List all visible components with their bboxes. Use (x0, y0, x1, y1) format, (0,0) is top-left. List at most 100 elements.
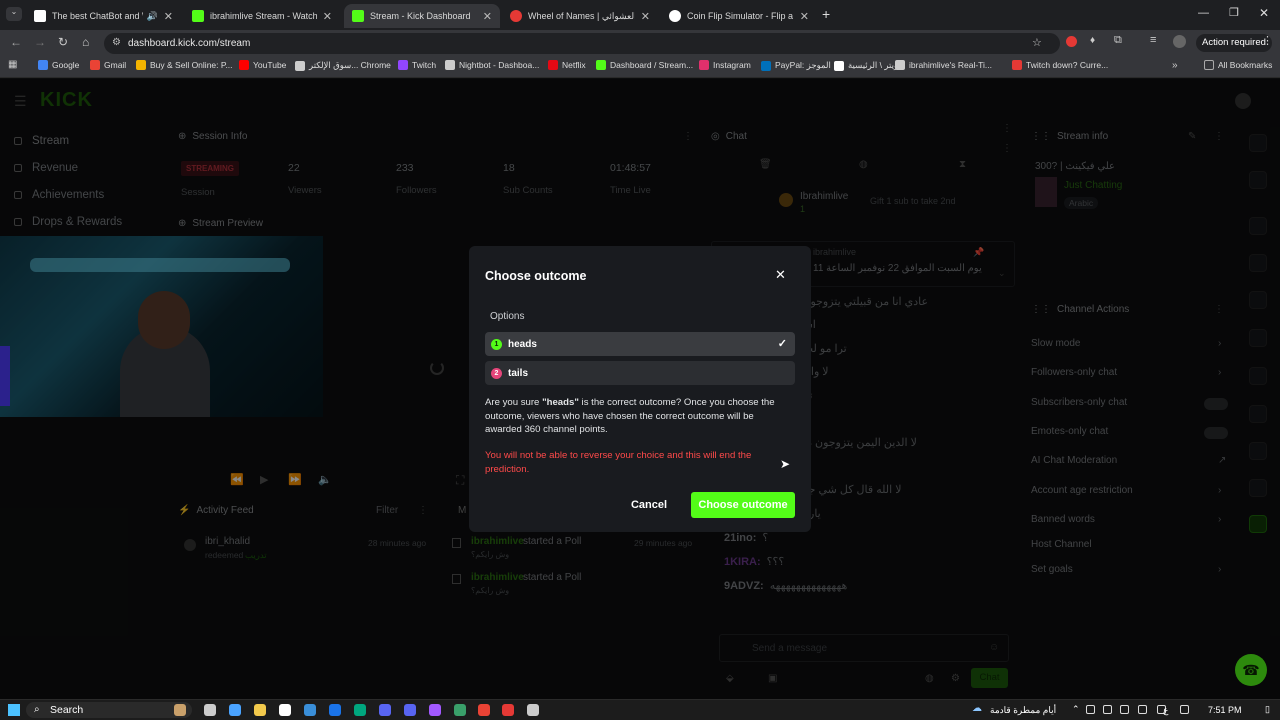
bookmark-item[interactable]: Twitch down? Curre... (1012, 60, 1108, 70)
language-indicator[interactable]: ع (1163, 705, 1168, 716)
taskbar-app-icon[interactable] (502, 704, 514, 716)
choose-outcome-button[interactable]: Choose outcome (691, 492, 795, 518)
action-required-button[interactable]: Action required (1196, 34, 1272, 52)
bookmark-item[interactable]: Buy & Sell Online: P... (136, 60, 233, 70)
taskbar-app-icon[interactable] (354, 704, 366, 716)
option-heads[interactable]: 1 heads ✓ (485, 332, 795, 356)
close-tab-icon[interactable]: ✕ (641, 10, 650, 23)
tray-icon[interactable] (1103, 705, 1112, 714)
bookmark-item[interactable]: Nightbot - Dashboa... (445, 60, 539, 70)
bookmark-favicon-icon (699, 60, 709, 70)
speaker-icon[interactable]: 🔊 (147, 11, 158, 22)
taskbar-app-icon[interactable] (279, 704, 291, 716)
bookmark-item[interactable]: تويتر \ الرئيسية (834, 60, 901, 71)
tray-icon[interactable] (1086, 705, 1095, 714)
taskbar-app-icon[interactable] (527, 704, 539, 716)
taskbar-app-icon[interactable] (329, 704, 341, 716)
taskbar-app-icon[interactable] (254, 704, 266, 716)
bookmark-favicon-icon (761, 60, 771, 71)
bookmark-item[interactable]: Netflix (548, 60, 586, 70)
close-tab-icon[interactable]: ✕ (800, 10, 809, 23)
apps-grid-icon[interactable]: ▦ (8, 59, 17, 70)
bookmark-favicon-icon (596, 60, 606, 70)
new-tab-icon[interactable]: + (822, 6, 830, 22)
cancel-button[interactable]: Cancel (623, 492, 675, 518)
home-icon[interactable]: ⌂ (82, 35, 89, 49)
confirmation-text: Are you sure "heads" is the correct outc… (485, 397, 775, 435)
bookmark-item[interactable]: ibrahimlive's Real-Ti... (895, 60, 992, 70)
taskbar-search[interactable]: ⌕ Search (26, 702, 192, 718)
clock[interactable]: 7:51 PM (1208, 705, 1242, 715)
profile-avatar[interactable] (1173, 35, 1186, 48)
browser-tab-bar: ⌄ The best ChatBot and Widg🔊✕ ibrahimliv… (0, 0, 1280, 30)
minimize-icon[interactable]: — (1198, 7, 1209, 19)
site-info-icon[interactable]: ⚙ (112, 37, 121, 48)
weather-text[interactable]: أيام ممطرة قادمة (990, 705, 1056, 716)
option-number: 1 (491, 338, 502, 350)
bookmark-item[interactable]: Instagram (699, 60, 751, 70)
tray-icon[interactable] (1180, 705, 1189, 714)
bookmark-favicon-icon (239, 60, 249, 70)
taskbar-app-icon[interactable] (174, 704, 186, 716)
reload-icon[interactable]: ↻ (58, 35, 68, 49)
kick-favicon-icon (192, 10, 204, 22)
taskbar-app-icon[interactable] (379, 704, 391, 716)
forward-icon[interactable]: → (34, 35, 46, 49)
weather-icon: ☁ (972, 703, 982, 714)
taskbar-app-icon[interactable] (454, 704, 466, 716)
menu-kebab-icon[interactable]: ⋮ (1262, 34, 1273, 47)
tray-chevron-icon[interactable]: ⌃ (1072, 704, 1080, 715)
windows-start-icon[interactable] (8, 704, 20, 716)
tab-kick-dashboard[interactable]: Stream - Kick Dashboard ✕ (344, 4, 500, 28)
bookmark-star-icon[interactable]: ☆ (1032, 36, 1042, 49)
mouse-cursor-icon: ➤ (780, 457, 791, 471)
tray-icon[interactable] (1138, 705, 1147, 714)
bookmark-item[interactable]: PayPal: الموجز (761, 60, 831, 71)
taskbar-app-icon[interactable] (204, 704, 216, 716)
taskbar-app-icon[interactable] (229, 704, 241, 716)
close-window-icon[interactable]: ✕ (1259, 6, 1269, 20)
extension-icon[interactable] (1066, 36, 1077, 47)
bookmark-item[interactable]: Dashboard / Stream... (596, 60, 693, 70)
tab-chatbot[interactable]: The best ChatBot and Widg🔊✕ (26, 4, 181, 28)
choose-outcome-dialog: Choose outcome ✕ Options 1 heads ✓ 2 tails … (469, 246, 811, 532)
bookmark-favicon-icon (295, 60, 305, 71)
url-input[interactable]: ⚙ dashboard.kick.com/stream ☆ (104, 33, 1060, 54)
warning-text: You will not be able to reverse your cho… (485, 450, 752, 475)
bookmark-item[interactable]: YouTube (239, 60, 286, 70)
tab-wheel-of-names[interactable]: Wheel of Names | اسم العشوائي✕ (502, 4, 658, 28)
close-tab-icon[interactable]: ✕ (483, 10, 492, 23)
bookmark-favicon-icon (398, 60, 408, 70)
more-bookmarks-icon[interactable]: » (1172, 60, 1178, 71)
close-icon[interactable]: ✕ (775, 267, 786, 283)
bookmark-item[interactable]: Gmail (90, 60, 126, 70)
extension-icon[interactable]: ♦ (1090, 35, 1095, 46)
bookmark-item[interactable]: Twitch (398, 60, 436, 70)
tab-ibrahimlive[interactable]: ibrahimlive Stream - Watch Live✕ (184, 4, 340, 28)
media-icon[interactable]: ≡ (1150, 34, 1156, 46)
options-label: Options (490, 311, 525, 322)
bookmark-item[interactable]: Google (38, 60, 79, 70)
taskbar-app-icon[interactable] (478, 704, 490, 716)
dialog-title: Choose outcome (485, 269, 587, 283)
close-tab-icon[interactable]: ✕ (323, 10, 332, 23)
notification-icon[interactable]: ▯ (1265, 704, 1270, 715)
taskbar-app-icon[interactable] (404, 704, 416, 716)
wheel-favicon-icon (510, 10, 522, 22)
bookmarks-bar: ▦ Google Gmail Buy & Sell Online: P... YouT… (0, 56, 1280, 78)
restore-icon[interactable]: ❐ (1229, 6, 1239, 19)
tab-favicon-icon (34, 10, 46, 22)
extensions-puzzle-icon[interactable]: ⧉ (1114, 34, 1122, 47)
bookmark-favicon-icon (38, 60, 48, 70)
back-icon[interactable]: ← (10, 35, 22, 49)
tray-icon[interactable] (1120, 705, 1129, 714)
taskbar-app-icon[interactable] (429, 704, 441, 716)
bookmark-item[interactable]: سوق الإلكتر... Chrome (295, 60, 391, 71)
option-tails[interactable]: 2 tails (485, 361, 795, 385)
tab-coin-flip[interactable]: Coin Flip Simulator - Flip a Coin✕ (661, 4, 817, 28)
all-bookmarks[interactable]: All Bookmarks (1204, 60, 1272, 70)
close-tab-icon[interactable]: ✕ (164, 10, 173, 23)
tab-search-icon[interactable]: ⌄ (6, 7, 22, 21)
bookmark-favicon-icon (90, 60, 100, 70)
taskbar-app-icon[interactable] (304, 704, 316, 716)
